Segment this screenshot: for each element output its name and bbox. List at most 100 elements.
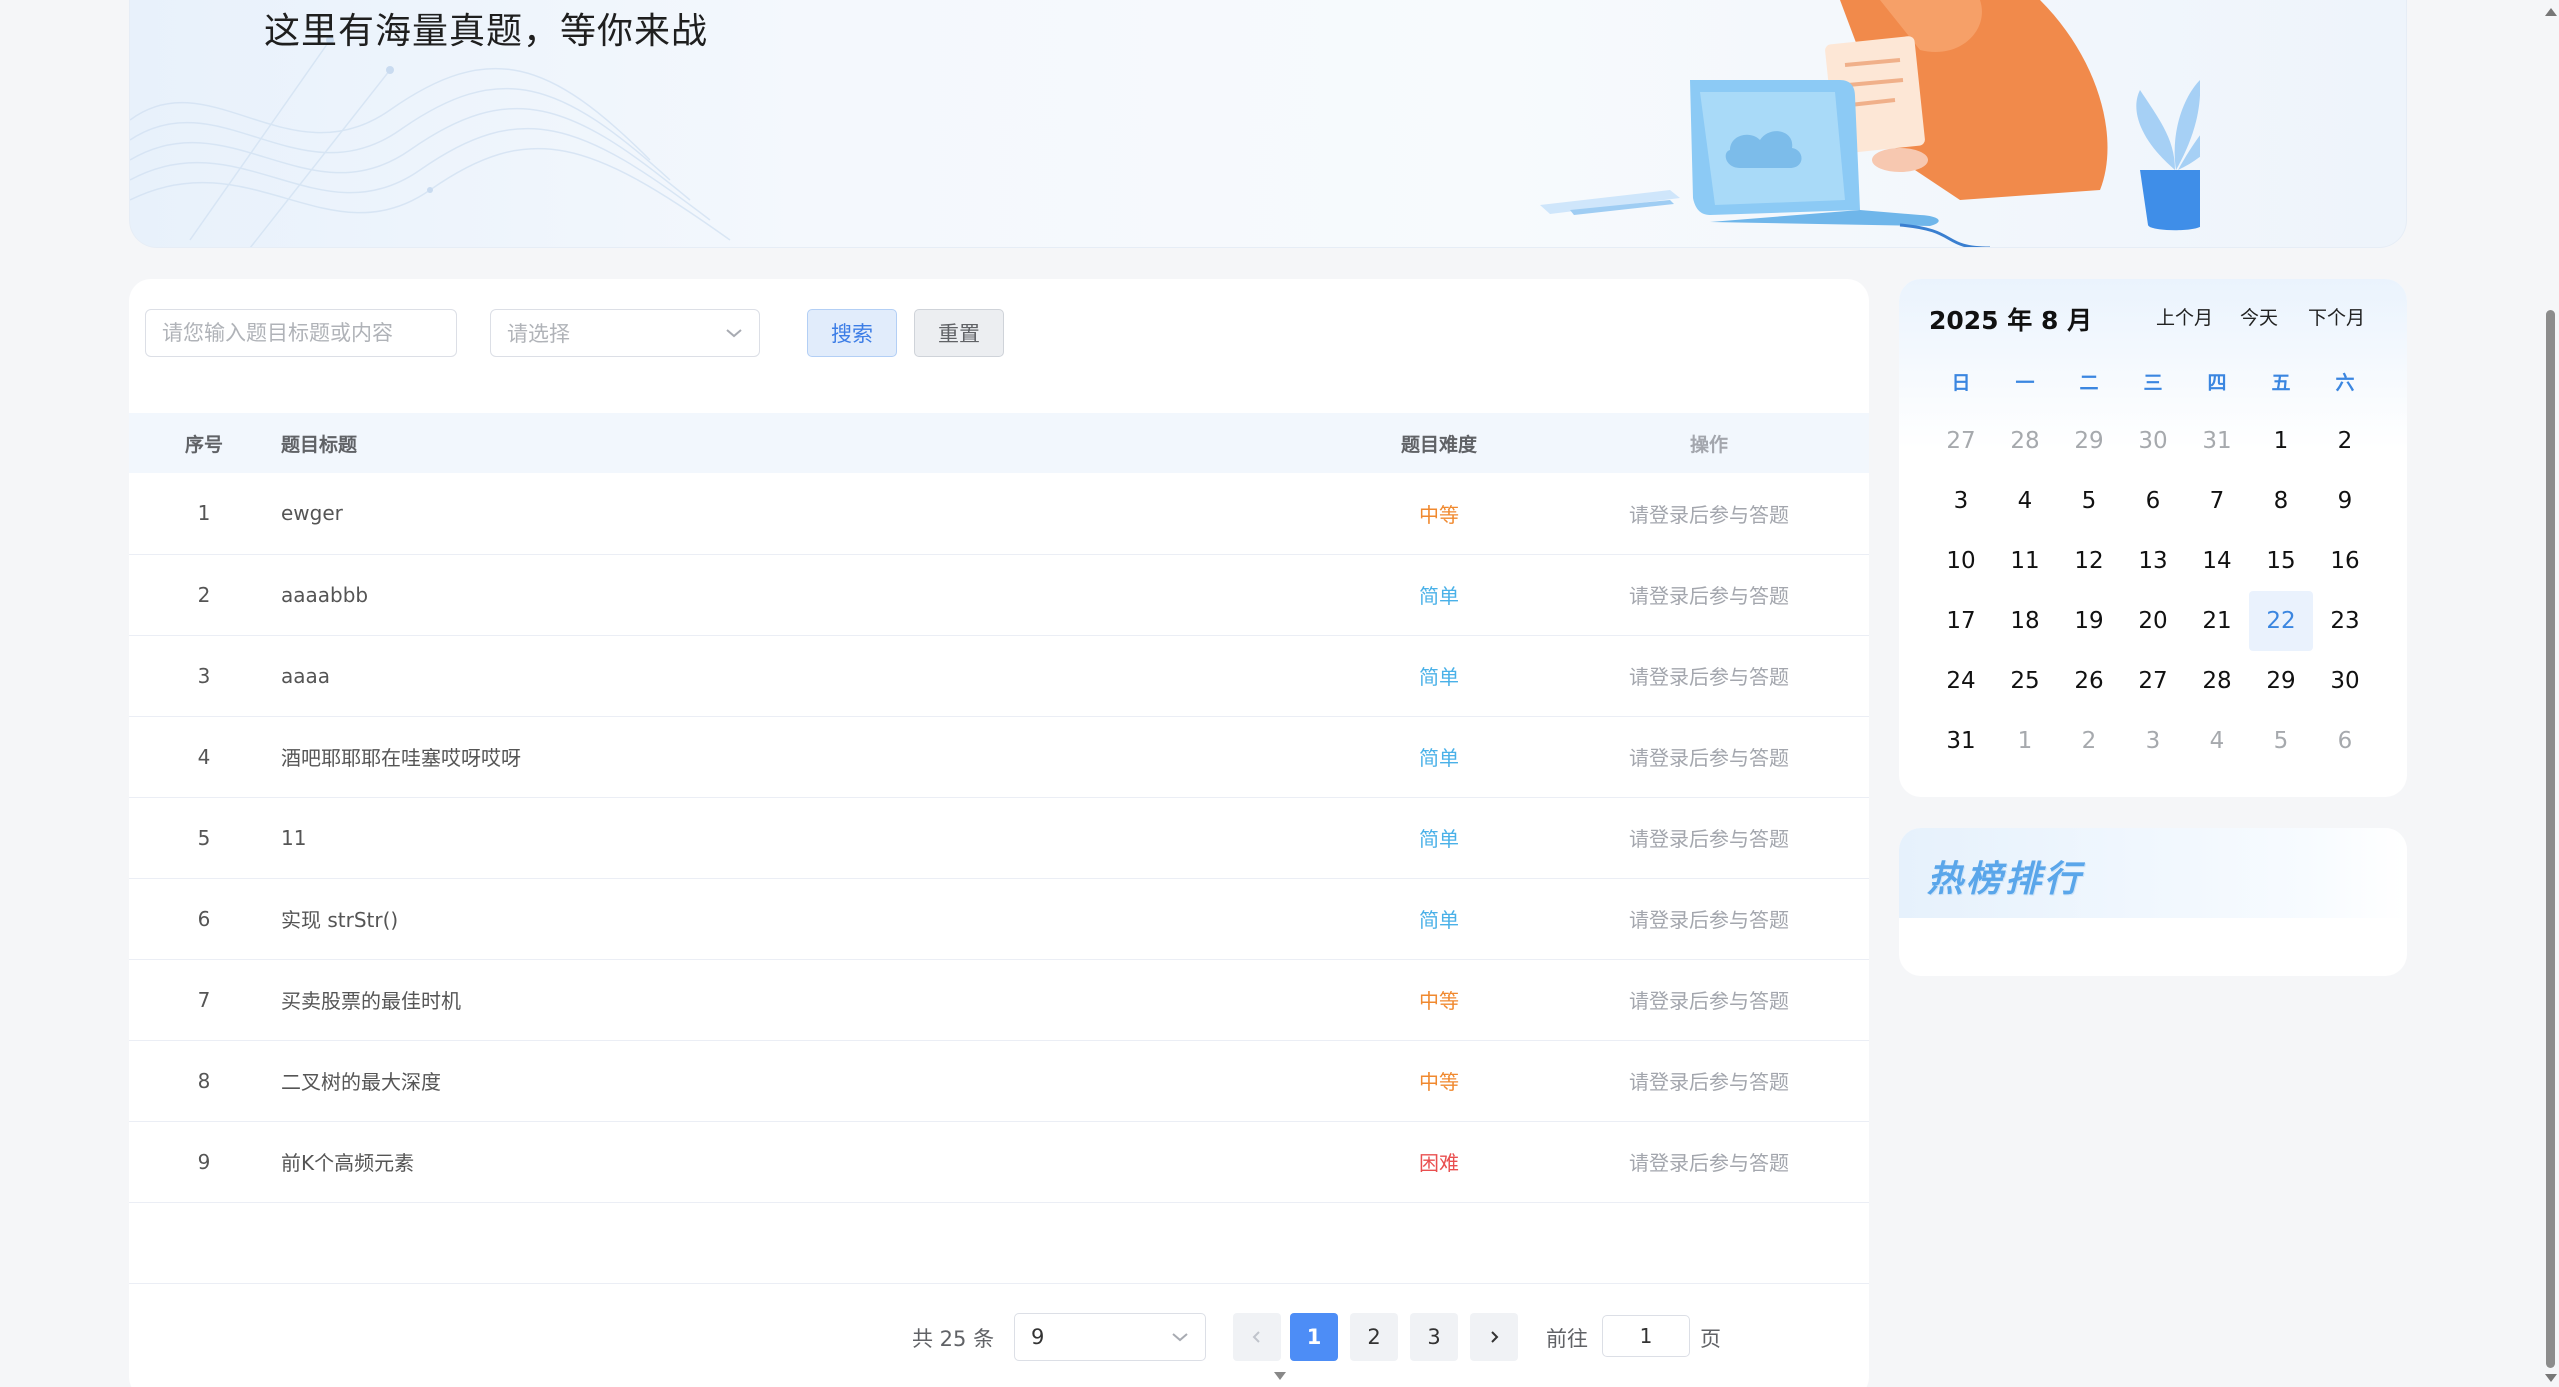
goto-page-input[interactable] bbox=[1602, 1315, 1690, 1357]
row-action[interactable]: 请登录后参与答题 bbox=[1549, 797, 1869, 878]
chevron-down-icon bbox=[1172, 1333, 1188, 1342]
calendar-week-row: 24 25 26 27 28 29 30 bbox=[1929, 651, 2377, 711]
calendar-day-today[interactable]: 22 bbox=[2249, 591, 2313, 651]
table-row[interactable]: 6 实现 strStr() 简单 请登录后参与答题 bbox=[129, 878, 1869, 959]
calendar-day[interactable]: 29 bbox=[2249, 651, 2313, 711]
row-title[interactable]: 前K个高频元素 bbox=[279, 1121, 1329, 1202]
calendar-day[interactable]: 1 bbox=[2249, 411, 2313, 471]
calendar-day[interactable]: 26 bbox=[2057, 651, 2121, 711]
page-button-1[interactable]: 1 bbox=[1290, 1313, 1338, 1361]
row-action[interactable]: 请登录后参与答题 bbox=[1549, 554, 1869, 635]
calendar-day[interactable]: 5 bbox=[2249, 711, 2313, 771]
next-month-button[interactable]: 下个月 bbox=[2308, 303, 2365, 330]
table-row[interactable]: 8 二叉树的最大深度 中等 请登录后参与答题 bbox=[129, 1040, 1869, 1121]
calendar-day[interactable]: 2 bbox=[2313, 411, 2377, 471]
search-button[interactable]: 搜索 bbox=[807, 309, 897, 357]
calendar-day[interactable]: 20 bbox=[2121, 591, 2185, 651]
calendar-day[interactable]: 31 bbox=[1929, 711, 1993, 771]
calendar-day[interactable]: 13 bbox=[2121, 531, 2185, 591]
calendar-day[interactable]: 30 bbox=[2313, 651, 2377, 711]
calendar-day[interactable]: 7 bbox=[2185, 471, 2249, 531]
calendar-day[interactable]: 14 bbox=[2185, 531, 2249, 591]
chevron-down-icon bbox=[726, 329, 742, 338]
table-row[interactable]: 9 前K个高频元素 困难 请登录后参与答题 bbox=[129, 1121, 1869, 1202]
table-row[interactable]: 1 ewger 中等 请登录后参与答题 bbox=[129, 473, 1869, 554]
reset-button[interactable]: 重置 bbox=[914, 309, 1004, 357]
calendar-week-row: 31 1 2 3 4 5 6 bbox=[1929, 711, 2377, 771]
row-action[interactable]: 请登录后参与答题 bbox=[1549, 878, 1869, 959]
calendar-day[interactable]: 31 bbox=[2185, 411, 2249, 471]
calendar-day[interactable]: 12 bbox=[2057, 531, 2121, 591]
calendar-day[interactable]: 2 bbox=[2057, 711, 2121, 771]
today-button[interactable]: 今天 bbox=[2240, 303, 2278, 330]
calendar-day[interactable]: 27 bbox=[1929, 411, 1993, 471]
row-difficulty: 简单 bbox=[1419, 908, 1459, 932]
calendar-day[interactable]: 23 bbox=[2313, 591, 2377, 651]
row-action[interactable]: 请登录后参与答题 bbox=[1549, 716, 1869, 797]
table-row[interactable]: 5 11 简单 请登录后参与答题 bbox=[129, 797, 1869, 878]
calendar-day[interactable]: 29 bbox=[2057, 411, 2121, 471]
calendar-day[interactable]: 3 bbox=[2121, 711, 2185, 771]
calendar-day[interactable]: 5 bbox=[2057, 471, 2121, 531]
calendar-day[interactable]: 18 bbox=[1993, 591, 2057, 651]
scroll-down-arrow-icon[interactable] bbox=[2545, 1374, 2557, 1382]
row-title[interactable]: aaaabbb bbox=[279, 554, 1329, 635]
col-header-difficulty: 题目难度 bbox=[1400, 433, 1477, 456]
calendar-day[interactable]: 19 bbox=[2057, 591, 2121, 651]
prev-page-button[interactable] bbox=[1233, 1313, 1281, 1361]
hero-banner: 这里有海量真题，等你来战 bbox=[129, 0, 2407, 248]
difficulty-select[interactable]: 请选择 bbox=[490, 309, 760, 357]
calendar-day[interactable]: 25 bbox=[1993, 651, 2057, 711]
scrollbar-thumb[interactable] bbox=[2546, 310, 2555, 1368]
row-title[interactable]: 11 bbox=[279, 797, 1329, 878]
calendar-day[interactable]: 9 bbox=[2313, 471, 2377, 531]
calendar-day[interactable]: 10 bbox=[1929, 531, 1993, 591]
row-action[interactable]: 请登录后参与答题 bbox=[1549, 1121, 1869, 1202]
calendar-day[interactable]: 30 bbox=[2121, 411, 2185, 471]
row-number: 1 bbox=[197, 501, 211, 526]
select-placeholder: 请选择 bbox=[507, 322, 570, 346]
row-title[interactable]: 酒吧耶耶耶在哇塞哎呀哎呀 bbox=[279, 716, 1329, 797]
row-action[interactable]: 请登录后参与答题 bbox=[1549, 473, 1869, 554]
table-row[interactable]: 2 aaaabbb 简单 请登录后参与答题 bbox=[129, 554, 1869, 635]
row-difficulty: 简单 bbox=[1419, 746, 1459, 770]
row-title[interactable]: ewger bbox=[279, 473, 1329, 554]
row-action[interactable]: 请登录后参与答题 bbox=[1549, 635, 1869, 716]
calendar-day[interactable]: 21 bbox=[2185, 591, 2249, 651]
page-scrollbar[interactable] bbox=[2541, 0, 2559, 1387]
calendar-day[interactable]: 4 bbox=[1993, 471, 2057, 531]
calendar-day[interactable]: 17 bbox=[1929, 591, 1993, 651]
page-button-3[interactable]: 3 bbox=[1410, 1313, 1458, 1361]
calendar-day[interactable]: 28 bbox=[1993, 411, 2057, 471]
calendar-day[interactable]: 11 bbox=[1993, 531, 2057, 591]
scroll-up-arrow-icon[interactable] bbox=[2545, 8, 2557, 16]
row-title[interactable]: 买卖股票的最佳时机 bbox=[279, 959, 1329, 1040]
table-row[interactable]: 3 aaaa 简单 请登录后参与答题 bbox=[129, 635, 1869, 716]
page-size-select[interactable]: 9 bbox=[1014, 1313, 1206, 1361]
row-action[interactable]: 请登录后参与答题 bbox=[1549, 959, 1869, 1040]
row-title[interactable]: 二叉树的最大深度 bbox=[279, 1040, 1329, 1121]
row-action[interactable]: 请登录后参与答题 bbox=[1549, 1040, 1869, 1121]
page-button-2[interactable]: 2 bbox=[1350, 1313, 1398, 1361]
calendar-day[interactable]: 24 bbox=[1929, 651, 1993, 711]
row-title[interactable]: aaaa bbox=[279, 635, 1329, 716]
row-title[interactable]: 实现 strStr() bbox=[279, 878, 1329, 959]
calendar-day[interactable]: 6 bbox=[2121, 471, 2185, 531]
calendar-day[interactable]: 3 bbox=[1929, 471, 1993, 531]
calendar-day[interactable]: 1 bbox=[1993, 711, 2057, 771]
search-input[interactable] bbox=[145, 309, 457, 357]
calendar-day[interactable]: 15 bbox=[2249, 531, 2313, 591]
question-list-card: 请选择 搜索 重置 序号 题目标题 题目难度 操作 1ewger中等请登录后参与… bbox=[129, 279, 1869, 1387]
prev-month-button[interactable]: 上个月 bbox=[2156, 303, 2213, 330]
table-row[interactable]: 4 酒吧耶耶耶在哇塞哎呀哎呀 简单 请登录后参与答题 bbox=[129, 716, 1869, 797]
chevron-left-icon bbox=[1252, 1331, 1260, 1343]
calendar-day[interactable]: 27 bbox=[2121, 651, 2185, 711]
calendar-day[interactable]: 16 bbox=[2313, 531, 2377, 591]
next-page-button[interactable] bbox=[1470, 1313, 1518, 1361]
calendar-day[interactable]: 4 bbox=[2185, 711, 2249, 771]
calendar-day[interactable]: 28 bbox=[2185, 651, 2249, 711]
row-difficulty: 简单 bbox=[1419, 584, 1459, 608]
table-row[interactable]: 7 买卖股票的最佳时机 中等 请登录后参与答题 bbox=[129, 959, 1869, 1040]
calendar-day[interactable]: 6 bbox=[2313, 711, 2377, 771]
calendar-day[interactable]: 8 bbox=[2249, 471, 2313, 531]
